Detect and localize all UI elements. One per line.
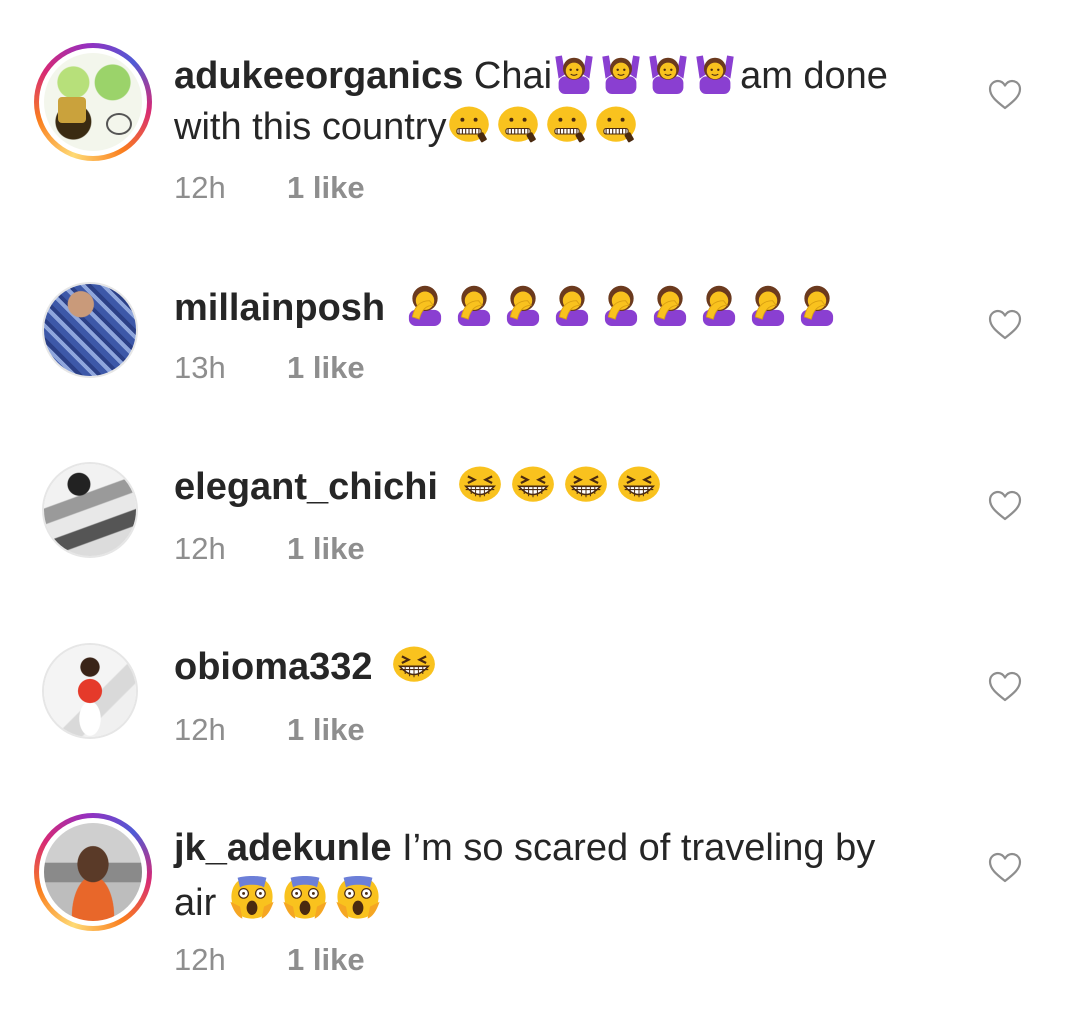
comment-meta: 13h 1 like xyxy=(174,350,365,386)
like-count[interactable]: 1 like xyxy=(287,942,365,977)
like-count[interactable]: 1 like xyxy=(287,712,365,747)
comment-text: I’m so scared of traveling by xyxy=(402,827,876,869)
woman-facepalming-emoji-icon xyxy=(598,280,644,326)
zipper-mouth-face-emoji-icon xyxy=(495,101,541,145)
like-count[interactable]: 1 like xyxy=(287,170,365,205)
comment-meta: 12h 1 like xyxy=(174,942,365,978)
timestamp: 12h xyxy=(174,942,226,977)
zipper-mouth-face-emoji-icon xyxy=(446,101,492,145)
comment-body: jk_adekunle I’m so scared of traveling b… xyxy=(174,823,964,928)
username[interactable]: elegant_chichi xyxy=(174,466,438,508)
heart-outline-icon[interactable] xyxy=(988,490,1022,522)
avatar[interactable] xyxy=(42,462,138,558)
grinning-squinting-face-emoji-icon xyxy=(561,461,611,505)
avatar[interactable] xyxy=(44,823,142,921)
comment-body: adukeeorganics Chai am done with this cou… xyxy=(174,50,964,152)
woman-gesturing-ok-emoji-icon xyxy=(552,50,596,94)
timestamp: 13h xyxy=(174,350,226,385)
grinning-squinting-face-emoji-icon xyxy=(389,641,439,685)
heart-outline-icon[interactable] xyxy=(988,309,1022,341)
heart-outline-icon[interactable] xyxy=(988,671,1022,703)
comment-text: with this country xyxy=(174,106,447,148)
heart-outline-icon[interactable] xyxy=(988,79,1022,111)
woman-facepalming-emoji-icon xyxy=(500,280,546,326)
username[interactable]: obioma332 xyxy=(174,646,373,688)
face-screaming-in-fear-emoji-icon xyxy=(333,873,383,921)
comment-text: air xyxy=(174,882,217,924)
zipper-mouth-face-emoji-icon xyxy=(593,101,639,145)
avatar-story-ring[interactable] xyxy=(34,43,152,161)
woman-gesturing-ok-emoji-icon xyxy=(599,50,643,94)
comment-text: Chai xyxy=(473,55,553,97)
woman-facepalming-emoji-icon xyxy=(647,280,693,326)
grinning-squinting-face-emoji-icon xyxy=(508,461,558,505)
woman-facepalming-emoji-icon xyxy=(745,280,791,326)
zipper-mouth-face-emoji-icon xyxy=(544,101,590,145)
like-count[interactable]: 1 like xyxy=(287,531,365,566)
woman-facepalming-emoji-icon xyxy=(402,280,448,326)
face-screaming-in-fear-emoji-icon xyxy=(227,873,277,921)
woman-facepalming-emoji-icon xyxy=(451,280,497,326)
woman-facepalming-emoji-icon xyxy=(794,280,840,326)
username[interactable]: adukeeorganics xyxy=(174,55,463,97)
like-count[interactable]: 1 like xyxy=(287,350,365,385)
comment-body: millainposh xyxy=(174,280,964,333)
comment-meta: 12h 1 like xyxy=(174,712,365,748)
avatar[interactable] xyxy=(42,282,138,378)
comment-meta: 12h 1 like xyxy=(174,531,365,567)
avatar[interactable] xyxy=(42,643,138,739)
comment-body: obioma332 xyxy=(174,641,964,692)
username[interactable]: millainposh xyxy=(174,287,385,329)
grinning-squinting-face-emoji-icon xyxy=(455,461,505,505)
avatar-story-ring[interactable] xyxy=(34,813,152,931)
username[interactable]: jk_adekunle xyxy=(174,827,392,869)
timestamp: 12h xyxy=(174,531,226,566)
avatar[interactable] xyxy=(44,53,142,151)
woman-gesturing-ok-emoji-icon xyxy=(646,50,690,94)
woman-gesturing-ok-emoji-icon xyxy=(693,50,737,94)
grinning-squinting-face-emoji-icon xyxy=(614,461,664,505)
comment-text: am done xyxy=(740,55,888,97)
comment-body: elegant_chichi xyxy=(174,461,964,512)
heart-outline-icon[interactable] xyxy=(988,852,1022,884)
timestamp: 12h xyxy=(174,712,226,747)
comment-meta: 12h 1 like xyxy=(174,170,365,206)
woman-facepalming-emoji-icon xyxy=(549,280,595,326)
timestamp: 12h xyxy=(174,170,226,205)
woman-facepalming-emoji-icon xyxy=(696,280,742,326)
face-screaming-in-fear-emoji-icon xyxy=(280,873,330,921)
